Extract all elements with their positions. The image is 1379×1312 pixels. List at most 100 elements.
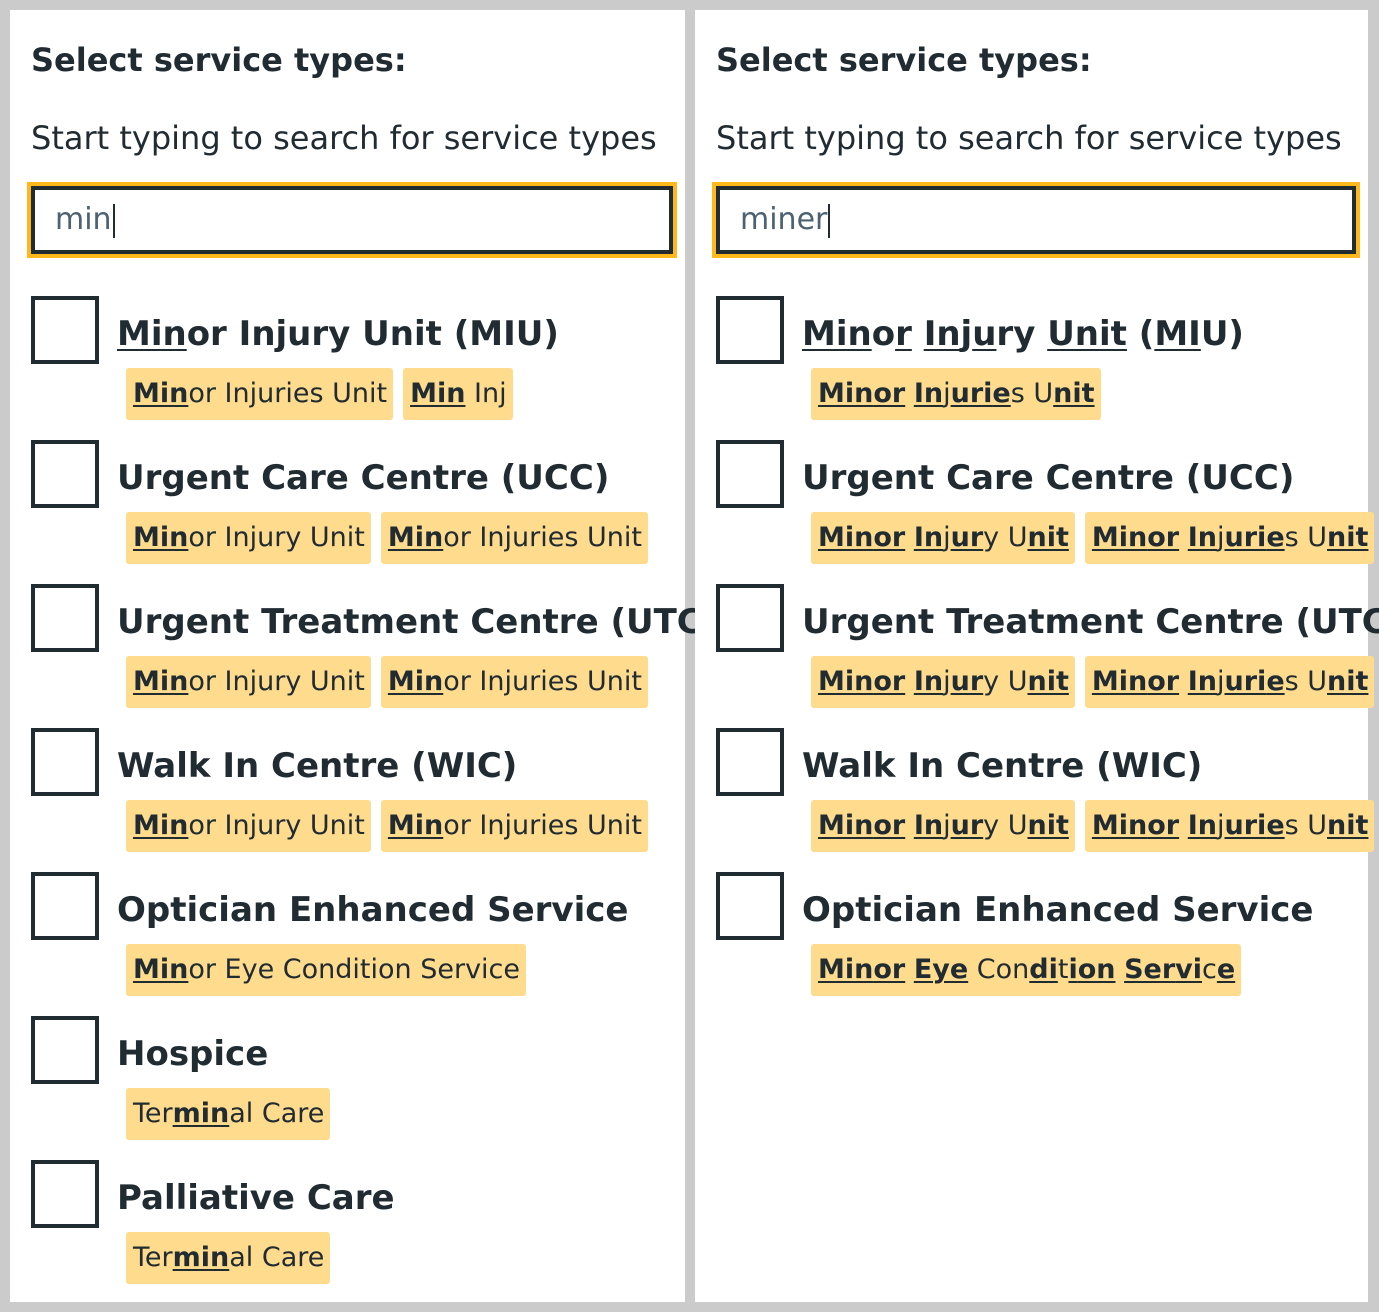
text-segment	[905, 666, 914, 697]
synonym-tags: Terminal Care	[126, 1088, 331, 1140]
match-highlight: or	[873, 666, 906, 697]
list-item[interactable]: Walk In Centre (WIC) Minor Injury Unit Min…	[716, 728, 1375, 872]
text-segment: or Injuries Unit	[443, 522, 642, 553]
search-focus-ring: miner	[712, 182, 1360, 258]
synonym-tag: Minor Injury Unit	[126, 512, 371, 564]
text-segment: j	[1217, 522, 1225, 553]
text-segment: Palliative Care	[117, 1178, 395, 1218]
synonym-tags: Minor Injury Unit Minor Injuries Unit	[811, 656, 1375, 708]
option-label[interactable]: Urgent Treatment Centre (UTC)	[117, 602, 717, 642]
option-label[interactable]: Urgent Care Centre (UCC)	[802, 458, 1294, 498]
match-highlight: MI	[1154, 314, 1201, 354]
text-segment: Hospice	[117, 1034, 269, 1074]
text-segment: j	[943, 810, 951, 841]
option-label[interactable]: Hospice	[117, 1034, 268, 1074]
list-item[interactable]: Palliative Care Terminal Care	[31, 1160, 681, 1304]
option-label[interactable]: Walk In Centre (WIC)	[117, 746, 517, 786]
option-checkbox[interactable]	[716, 872, 784, 940]
list-item[interactable]: Urgent Treatment Centre (UTC) Minor Injur…	[716, 584, 1379, 728]
text-segment: Urgent Treatment Centre (UTC)	[117, 602, 718, 642]
option-checkbox[interactable]	[31, 1160, 99, 1228]
text-segment: Con	[968, 954, 1030, 985]
synonym-tags: Minor Injuries Unit	[811, 368, 1101, 420]
option-checkbox[interactable]	[31, 872, 99, 940]
text-segment: j	[943, 378, 951, 409]
match-highlight: vi	[1175, 954, 1203, 985]
match-highlight: Min	[802, 314, 872, 354]
list-item[interactable]: Urgent Treatment Centre (UTC) Minor Injur…	[31, 584, 717, 728]
text-segment: U)	[1200, 314, 1244, 354]
synonym-tags: Minor Eye Condition Service	[811, 944, 1242, 996]
search-input[interactable]	[31, 186, 673, 254]
synonym-tag: Terminal Care	[126, 1232, 331, 1284]
list-item[interactable]: Walk In Centre (WIC) Minor Injury Unit Min…	[31, 728, 681, 872]
synonym-tags: Minor Eye Condition Service	[126, 944, 527, 996]
option-checkbox[interactable]	[31, 728, 99, 796]
option-label[interactable]: Minor Injury Unit (MIU)	[117, 314, 559, 354]
text-segment: Ter	[133, 1242, 173, 1273]
search-hint: Start typing to search for service types	[31, 119, 657, 157]
match-highlight: uri	[1224, 810, 1267, 841]
list-item[interactable]: Minor Injury Unit (MIU) Minor Injuries Un…	[716, 296, 1364, 440]
text-segment	[1116, 954, 1125, 985]
match-highlight: ur	[950, 522, 984, 553]
match-highlight: Min	[818, 666, 874, 697]
match-highlight: or	[1147, 810, 1180, 841]
list-item[interactable]: Urgent Care Centre (UCC) Minor Injury Uni…	[716, 440, 1375, 584]
text-segment: y U	[983, 810, 1028, 841]
synonym-tags: Minor Injury Unit Minor Injuries Unit	[126, 512, 648, 564]
option-label[interactable]: Palliative Care	[117, 1178, 395, 1218]
option-checkbox[interactable]	[31, 440, 99, 508]
search-input[interactable]	[716, 186, 1356, 254]
right-panel: Select service types: Start typing to se…	[695, 10, 1379, 1302]
option-checkbox[interactable]	[716, 728, 784, 796]
match-highlight: Min	[1091, 522, 1148, 553]
option-checkbox[interactable]	[716, 296, 784, 364]
text-segment: or Eye Condition Service	[188, 954, 521, 985]
list-item[interactable]: Optician Enhanced Service Minor Eye Condi…	[716, 872, 1364, 1016]
option-label[interactable]: Optician Enhanced Service	[802, 890, 1313, 930]
match-highlight: uri	[950, 378, 993, 409]
match-highlight: nit	[1027, 666, 1069, 697]
match-highlight: nit	[1053, 378, 1095, 409]
text-segment: y U	[983, 522, 1028, 553]
text-segment: t	[1057, 954, 1069, 985]
option-checkbox[interactable]	[31, 584, 99, 652]
match-highlight: In	[913, 666, 944, 697]
match-highlight: i	[1068, 954, 1078, 985]
match-highlight: or	[873, 522, 906, 553]
text-segment: s U	[1284, 810, 1328, 841]
list-item[interactable]: Optician Enhanced Service Minor Eye Condi…	[31, 872, 681, 1016]
text-segment: o	[871, 314, 896, 354]
option-checkbox[interactable]	[716, 440, 784, 508]
option-checkbox[interactable]	[31, 1016, 99, 1084]
list-item[interactable]: Hospice Terminal Care	[31, 1016, 681, 1160]
match-highlight: di	[1029, 954, 1058, 985]
option-label[interactable]: Minor Injury Unit (MIU)	[802, 314, 1244, 354]
match-highlight: or	[873, 810, 906, 841]
match-highlight: In	[1187, 666, 1217, 697]
match-highlight: Eye	[913, 954, 969, 985]
list-item[interactable]: Urgent Care Centre (UCC) Minor Injury Uni…	[31, 440, 681, 584]
option-label[interactable]: Walk In Centre (WIC)	[802, 746, 1202, 786]
match-highlight: Ser	[1124, 954, 1176, 985]
synonym-tags: Terminal Care	[126, 1232, 331, 1284]
synonym-tag: Minor Injury Unit	[811, 656, 1075, 708]
text-segment	[905, 522, 914, 553]
match-highlight: nit	[1327, 810, 1369, 841]
option-checkbox[interactable]	[716, 584, 784, 652]
match-highlight: it	[1099, 314, 1127, 354]
synonym-tag: Minor Eye Condition Service	[811, 944, 1242, 996]
option-label[interactable]: Urgent Treatment Centre (UTC)	[802, 602, 1379, 642]
option-label[interactable]: Urgent Care Centre (UCC)	[117, 458, 609, 498]
text-segment: j	[943, 522, 951, 553]
option-label[interactable]: Optician Enhanced Service	[117, 890, 628, 930]
option-checkbox[interactable]	[31, 296, 99, 364]
page-title: Select service types:	[716, 41, 1092, 79]
match-highlight: r	[895, 314, 912, 354]
match-highlight: Min	[387, 666, 444, 697]
list-item[interactable]: Minor Injury Unit (MIU) Minor Injuries Un…	[31, 296, 681, 440]
text-segment: al Care	[229, 1098, 325, 1129]
text-segment: s U	[1010, 378, 1054, 409]
match-highlight: on	[1077, 954, 1116, 985]
